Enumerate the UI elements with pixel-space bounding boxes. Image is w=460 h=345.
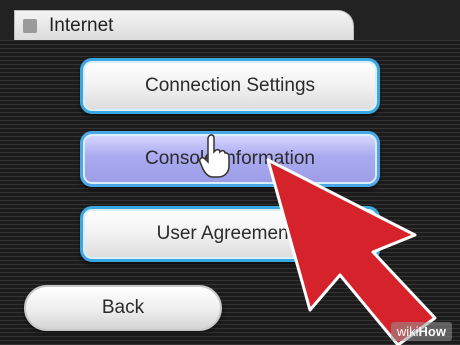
page-title: Internet bbox=[49, 15, 114, 36]
hand-pointer-icon bbox=[199, 134, 230, 178]
wikihow-watermark: wikiHow bbox=[390, 322, 452, 341]
back-button[interactable]: Back bbox=[24, 285, 222, 331]
pointer-arrow-icon bbox=[266, 158, 437, 345]
connection-settings-button[interactable]: Connection Settings bbox=[80, 58, 380, 114]
title-tab: Internet bbox=[14, 10, 354, 40]
tab-square-icon bbox=[23, 19, 37, 33]
connection-settings-label: Connection Settings bbox=[144, 75, 316, 96]
back-label: Back bbox=[101, 297, 145, 318]
